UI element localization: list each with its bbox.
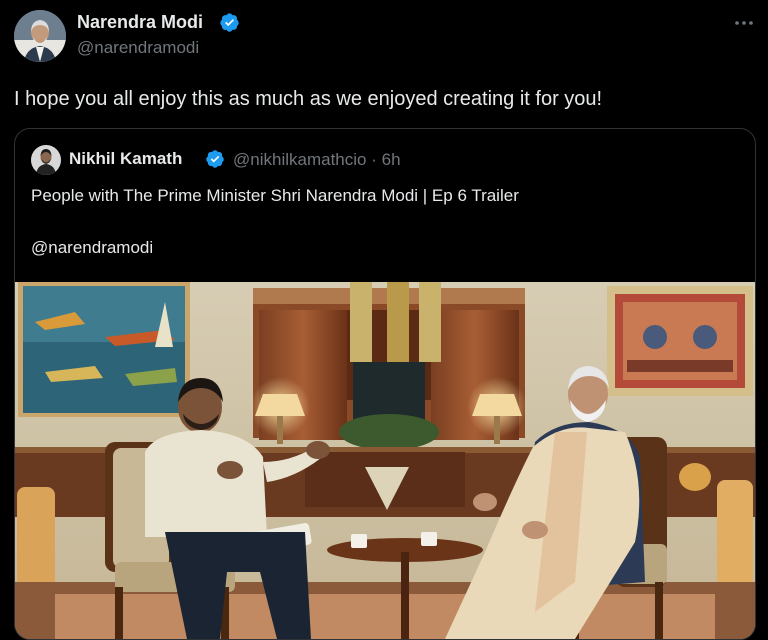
author-avatar[interactable] xyxy=(14,10,66,62)
quoted-author-avatar[interactable] xyxy=(31,145,61,175)
author-handle[interactable]: @narendramodi xyxy=(77,38,199,58)
quoted-mention-link[interactable]: @narendramodi xyxy=(31,238,153,258)
quoted-tweet-text: People with The Prime Minister Shri Nare… xyxy=(31,186,519,205)
meta-separator: · xyxy=(371,150,377,169)
quoted-tweet[interactable]: Nikhil Kamath @nikhilkamathcio · 6h Peop… xyxy=(14,128,756,640)
author-name[interactable]: Narendra Modi xyxy=(77,12,203,33)
tweet: Narendra Modi @narendramodi I hope you a… xyxy=(0,0,768,640)
verified-badge-icon xyxy=(206,150,224,168)
more-horizontal-icon[interactable] xyxy=(733,12,755,34)
verified-badge-icon xyxy=(220,13,239,32)
tweet-text: I hope you all enjoy this as much as we … xyxy=(14,88,603,110)
quoted-author-handle[interactable]: @nikhilkamathcio xyxy=(233,150,366,169)
quoted-author-meta: @nikhilkamathcio · 6h xyxy=(233,150,401,170)
quoted-timestamp[interactable]: 6h xyxy=(382,150,401,169)
quoted-media-image[interactable] xyxy=(15,282,755,639)
quoted-author-name[interactable]: Nikhil Kamath xyxy=(69,149,182,169)
